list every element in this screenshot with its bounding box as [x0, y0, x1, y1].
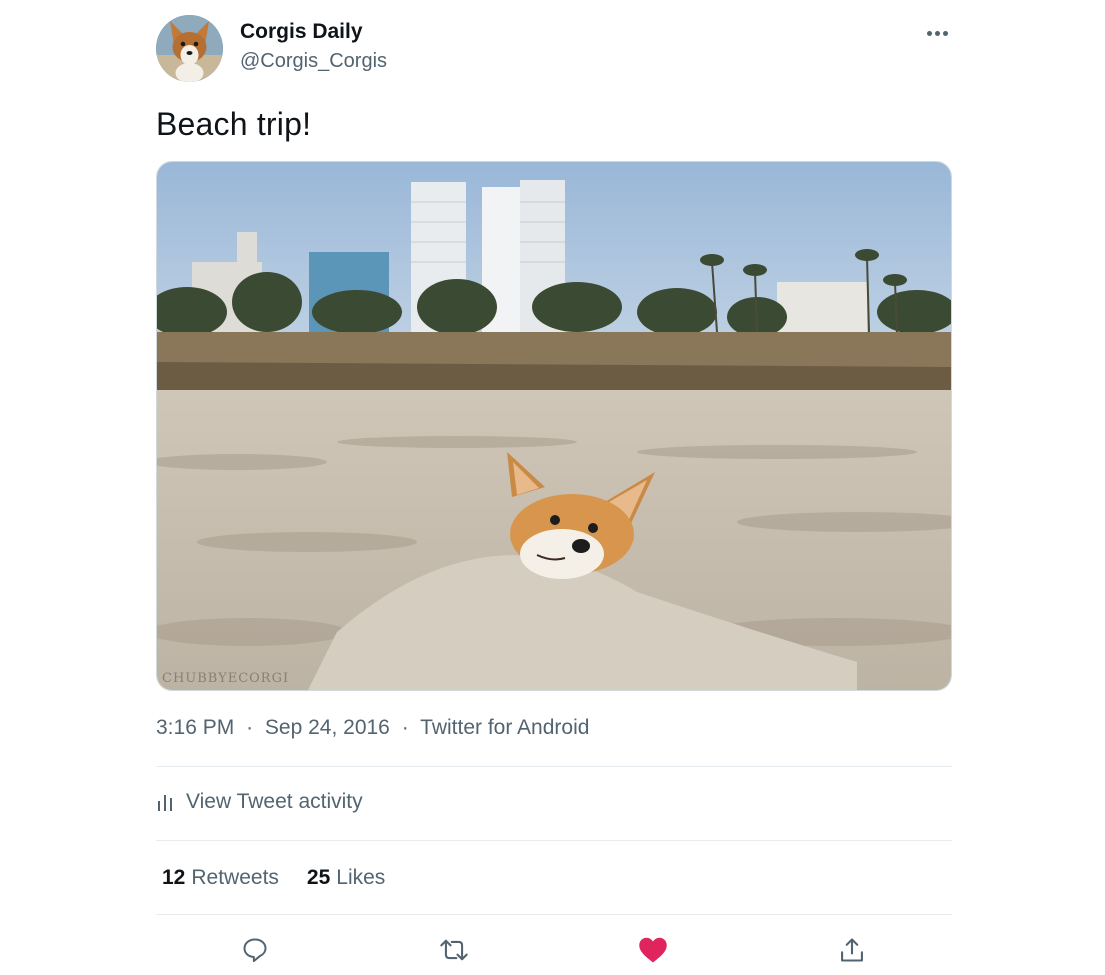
divider [156, 914, 952, 915]
tweet-actions [156, 930, 952, 970]
tweet-date[interactable]: Sep 24, 2016 [265, 716, 390, 739]
tweet-meta: 3:16 PM · Sep 24, 2016 · Twitter for And… [156, 716, 589, 740]
like-button[interactable] [633, 930, 673, 970]
meta-separator: · [401, 716, 409, 739]
retweets-count: 12 [162, 866, 186, 889]
share-icon [841, 938, 863, 962]
tweet-photo[interactable]: CHUBBYECORGI [156, 161, 952, 691]
tweet-stats: 12 Retweets 25 Likes [162, 866, 385, 890]
user-handle[interactable]: @Corgis_Corgis [240, 50, 387, 73]
reply-icon [243, 938, 267, 963]
avatar[interactable] [156, 15, 223, 82]
more-dots-icon[interactable] [922, 22, 952, 44]
retweets-label: Retweets [191, 866, 279, 889]
share-button[interactable] [832, 930, 872, 970]
retweets-stat[interactable]: 12 Retweets [162, 866, 279, 890]
corgi-avatar-image [156, 15, 223, 82]
retweet-button[interactable] [434, 930, 474, 970]
likes-label: Likes [336, 866, 386, 889]
divider [156, 766, 952, 767]
tweet-source[interactable]: Twitter for Android [420, 716, 589, 739]
tweet-text: Beach trip! [156, 106, 312, 142]
heart-icon [639, 937, 667, 963]
likes-count: 25 [306, 866, 331, 889]
tweet-time[interactable]: 3:16 PM [156, 716, 234, 739]
view-tweet-activity-label: View Tweet activity [186, 790, 363, 813]
reply-button[interactable] [235, 930, 275, 970]
likes-stat[interactable]: 25 Likes [307, 866, 385, 890]
view-tweet-activity-button[interactable]: View Tweet activity [156, 790, 363, 814]
bar-chart-icon [158, 795, 172, 811]
corgi-on-beach-photo [157, 162, 951, 690]
tweet: Corgis Daily @Corgis_Corgis Beach trip! [156, 0, 952, 975]
photo-watermark: CHUBBYECORGI [162, 671, 290, 686]
retweet-icon [440, 939, 468, 961]
display-name[interactable]: Corgis Daily [240, 20, 363, 44]
divider [156, 840, 952, 841]
meta-separator: · [246, 716, 254, 739]
